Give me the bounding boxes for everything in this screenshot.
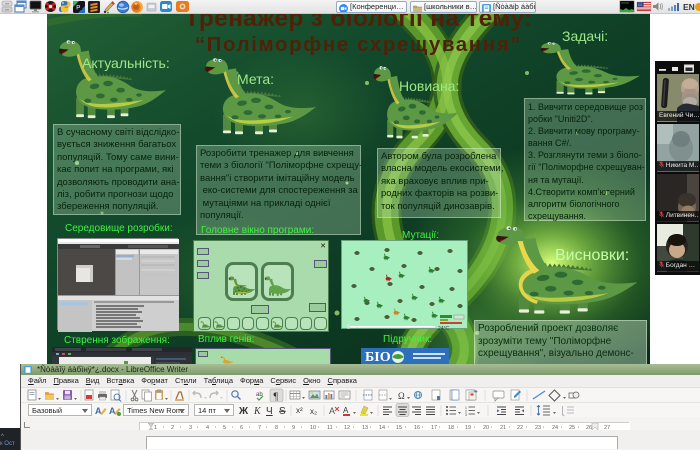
svg-text:Ж: Ж [239, 406, 249, 417]
svg-text:3: 3 [465, 413, 467, 417]
svg-text:P: P [76, 6, 80, 12]
svg-text:A: A [329, 406, 335, 416]
svg-text:x²: x² [296, 406, 303, 415]
svg-text:+: + [562, 413, 565, 418]
svg-text:Ч: Ч [266, 406, 273, 417]
svg-text:К: К [253, 406, 262, 417]
svg-text:A: A [109, 406, 116, 416]
svg-text:x₂: x₂ [310, 407, 317, 416]
svg-text:24°C: 24°C [438, 326, 450, 330]
svg-text:Ω: Ω [398, 391, 405, 401]
svg-text:A: A [343, 406, 349, 415]
svg-text:¶: ¶ [274, 392, 279, 403]
svg-text:S: S [279, 406, 286, 417]
svg-text:A: A [95, 406, 102, 416]
svg-text:EN: EN [683, 2, 695, 12]
